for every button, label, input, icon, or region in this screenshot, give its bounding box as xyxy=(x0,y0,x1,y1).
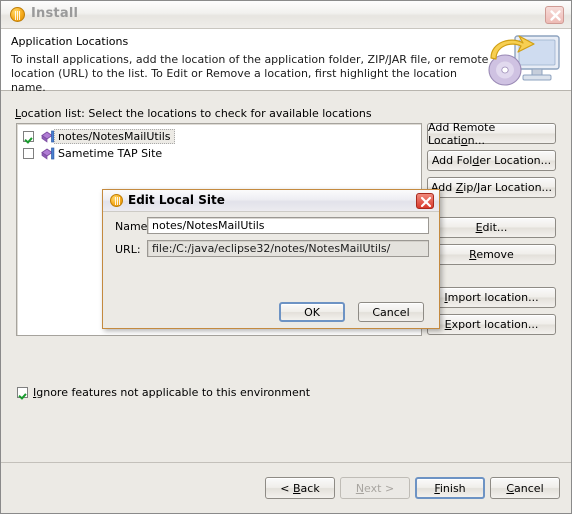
wizard-footer: < Back Next > Finish Cancel xyxy=(1,462,571,513)
add-remote-location-button[interactable]: Add Remote Location... xyxy=(427,121,556,147)
import-location-button[interactable]: Import location... xyxy=(427,287,556,308)
list-item[interactable]: notes/NotesMailUtils xyxy=(17,128,421,145)
page-title: Application Locations xyxy=(11,35,129,48)
url-input: file:/C:/java/eclipse32/notes/NotesMailU… xyxy=(147,240,429,257)
btn-pre: < xyxy=(280,481,293,495)
install-circle-icon xyxy=(110,194,123,207)
dialog-title: Edit Local Site xyxy=(128,193,225,207)
edit-button[interactable]: Edit... xyxy=(427,217,556,238)
btn-mnemonic: o xyxy=(460,133,468,147)
name-input[interactable]: notes/NotesMailUtils xyxy=(147,217,429,234)
btn-post: emove xyxy=(476,248,514,261)
install-wizard-window: Install Application Locations To install… xyxy=(0,0,572,514)
update-site-icon xyxy=(41,147,55,160)
install-circle-icon xyxy=(10,7,25,22)
close-icon xyxy=(550,10,561,21)
dialog-close-button[interactable] xyxy=(416,193,434,209)
location-list-label-text: ocation list: Select the locations to ch… xyxy=(20,107,372,120)
btn-mnemonic: C xyxy=(506,481,515,495)
btn-post: ip/Jar Location... xyxy=(463,181,553,194)
wizard-banner: Application Locations To install applica… xyxy=(1,29,571,94)
dialog-cancel-button[interactable]: Cancel xyxy=(358,302,424,322)
btn-post: dit... xyxy=(482,221,508,234)
list-item-label: notes/NotesMailUtils xyxy=(54,129,175,144)
btn-mnemonic: B xyxy=(293,481,301,495)
list-item-label: Sametime TAP Site xyxy=(58,147,163,160)
name-field-label: Name: xyxy=(115,220,152,233)
cancel-button[interactable]: Cancel xyxy=(490,477,560,499)
ignore-features-text: gnore features not applicable to this en… xyxy=(36,386,311,399)
edit-local-site-dialog: Edit Local Site Name: notes/NotesMailUti… xyxy=(102,189,440,329)
update-site-icon xyxy=(41,130,55,143)
btn-post: mport location... xyxy=(447,291,539,304)
ignore-features-checkbox[interactable] xyxy=(17,387,28,398)
finish-button[interactable]: Finish xyxy=(415,477,485,499)
close-icon xyxy=(420,196,432,208)
btn-post: inish xyxy=(439,481,466,495)
btn-mnemonic: E xyxy=(444,318,452,331)
btn-post: xport location... xyxy=(451,318,539,331)
window-title: Install xyxy=(31,6,79,21)
btn-post: ancel xyxy=(514,481,544,495)
back-button[interactable]: < Back xyxy=(265,477,335,499)
dialog-ok-button[interactable]: OK xyxy=(279,302,345,322)
window-title-bar: Install xyxy=(1,1,571,29)
add-folder-location-button[interactable]: Add Folder Location... xyxy=(427,150,556,171)
location-checkbox[interactable] xyxy=(23,131,34,142)
export-location-button[interactable]: Export location... xyxy=(427,314,556,335)
dialog-title-bar: Edit Local Site xyxy=(103,190,439,212)
btn-post: er Location... xyxy=(479,154,552,167)
ignore-features-label: Ignore features not applicable to this e… xyxy=(33,386,310,399)
url-field-label: URL: xyxy=(115,243,141,256)
window-close-button[interactable] xyxy=(545,6,564,24)
btn-post: ack xyxy=(300,481,320,495)
btn-post: n... xyxy=(467,133,486,147)
btn-mnemonic: N xyxy=(355,481,365,495)
btn-mnemonic: E xyxy=(475,221,483,234)
remove-button[interactable]: Remove xyxy=(427,244,556,265)
install-to-computer-icon xyxy=(488,35,560,86)
add-zip-jar-location-button[interactable]: Add Zip/Jar Location... xyxy=(427,177,556,198)
location-list-label: Location list: Select the locations to c… xyxy=(15,107,372,120)
page-description: To install applications, add the locatio… xyxy=(11,53,489,94)
location-checkbox[interactable] xyxy=(23,148,34,159)
ignore-features-option[interactable]: Ignore features not applicable to this e… xyxy=(17,386,310,399)
next-button: Next > xyxy=(340,477,410,499)
list-item[interactable]: Sametime TAP Site xyxy=(17,145,421,162)
btn-pre: Add Fol xyxy=(431,154,473,167)
btn-post: ext > xyxy=(364,481,395,495)
